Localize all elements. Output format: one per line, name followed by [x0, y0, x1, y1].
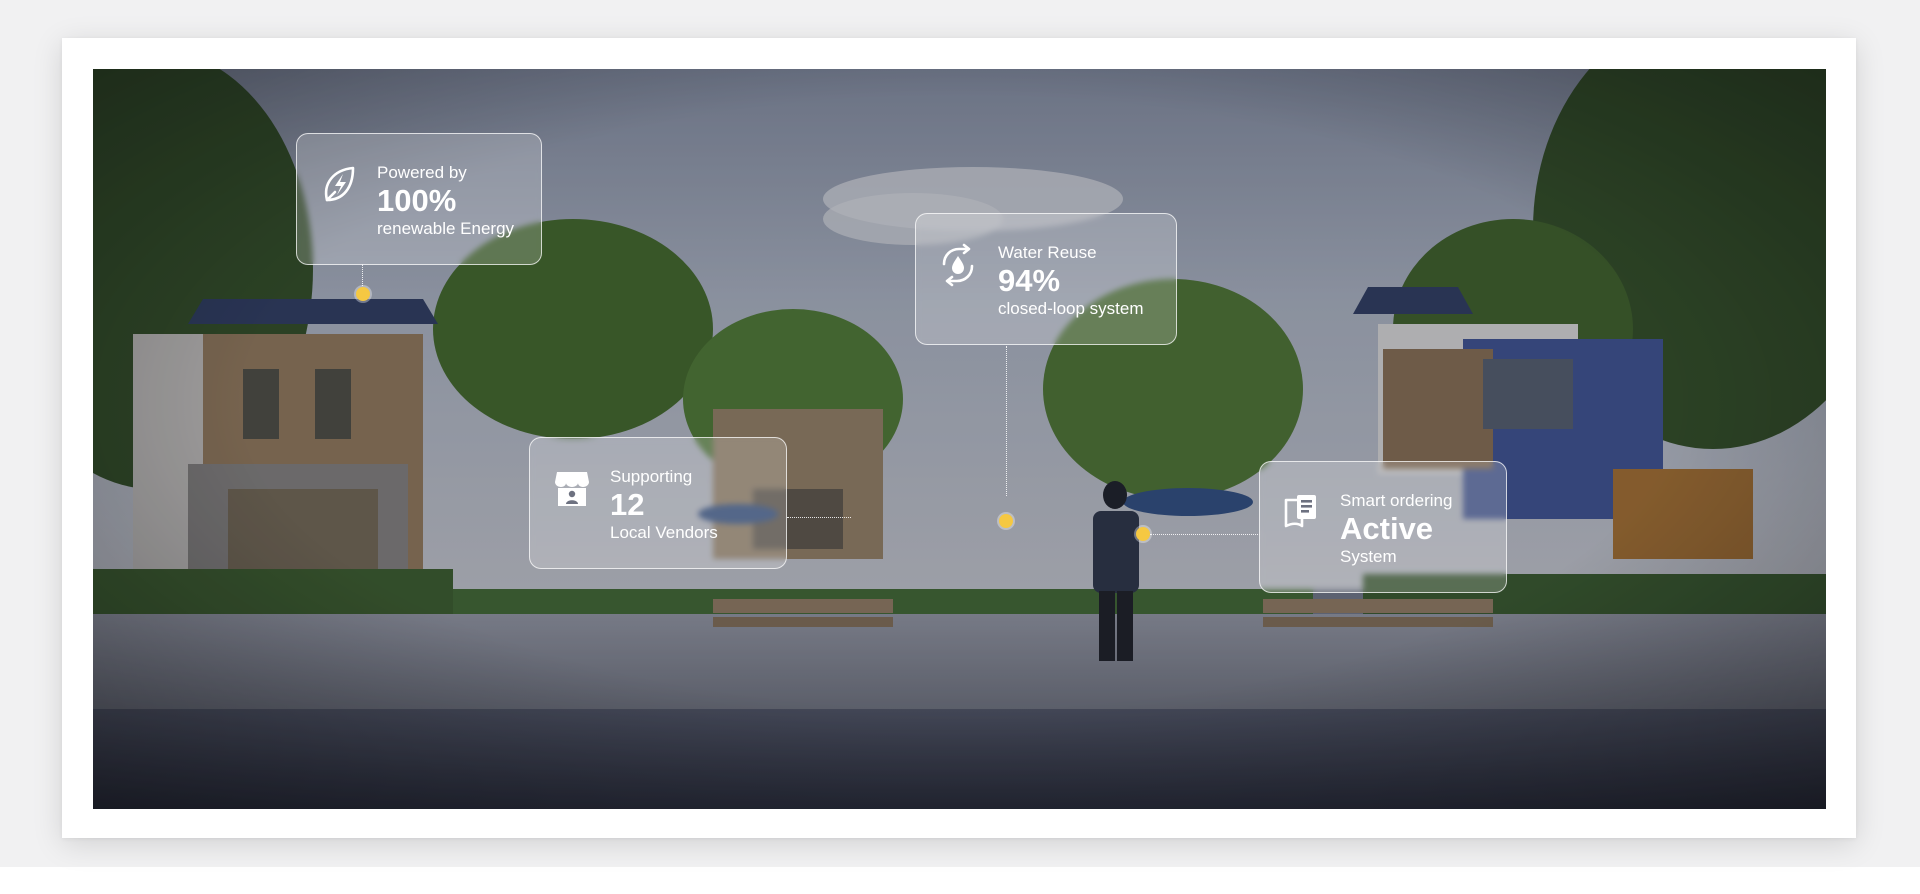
callout-ordering[interactable]: Smart ordering Active System: [1259, 461, 1507, 593]
callout-vendors-suffix: Local Vendors: [610, 523, 718, 542]
callout-water-prefix: Water Reuse: [998, 243, 1097, 262]
callout-ordering-prefix: Smart ordering: [1340, 491, 1453, 510]
callout-ordering-value: Active: [1340, 511, 1434, 546]
callout-water-suffix: closed-loop system: [998, 299, 1144, 318]
connector-line-vendors: [787, 517, 851, 518]
street-scene-image: Powered by 100% renewable Energy Water R…: [93, 69, 1826, 809]
marker-dot-ordering: [1136, 527, 1150, 541]
callout-vendors-value: 12: [610, 487, 645, 522]
marker-dot-energy: [356, 287, 370, 301]
water-recycle-icon: [942, 243, 974, 287]
callout-energy-value: 100%: [377, 183, 457, 218]
marker-dot-water: [999, 514, 1013, 528]
callout-energy-prefix: Powered by: [377, 163, 467, 182]
callout-water[interactable]: Water Reuse 94% closed-loop system: [915, 213, 1177, 345]
callout-vendors[interactable]: Supporting 12 Local Vendors: [529, 437, 787, 569]
storefront-icon: [555, 472, 589, 506]
connector-line-water: [1006, 346, 1007, 496]
callout-ordering-suffix: System: [1340, 547, 1397, 566]
order-list-icon: [1284, 495, 1316, 528]
callout-water-value: 94%: [998, 263, 1061, 298]
callout-vendors-prefix: Supporting: [610, 467, 693, 486]
connector-line-ordering: [1150, 534, 1260, 535]
leaf-bolt-icon: [324, 166, 355, 202]
callout-energy[interactable]: Powered by 100% renewable Energy: [296, 133, 542, 265]
callout-energy-suffix: renewable Energy: [377, 219, 515, 238]
page-footer-strip: [0, 867, 1920, 894]
